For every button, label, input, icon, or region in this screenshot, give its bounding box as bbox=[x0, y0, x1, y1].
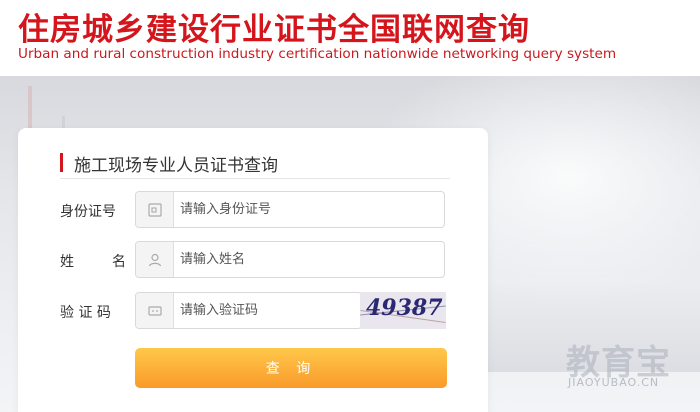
captcha-field[interactable] bbox=[135, 292, 362, 329]
site-title: 住房城乡建设行业证书全国联网查询 bbox=[18, 12, 530, 48]
id-number-field[interactable] bbox=[135, 191, 445, 228]
id-number-input[interactable] bbox=[180, 192, 440, 227]
name-input[interactable] bbox=[180, 242, 440, 277]
user-icon bbox=[136, 242, 174, 277]
name-label: 姓 名 bbox=[60, 254, 138, 270]
captcha-label: 验 证 码 bbox=[60, 305, 111, 321]
header: 住房城乡建设行业证书全国联网查询 Urban and rural constru… bbox=[0, 0, 700, 76]
captcha-text: 49387 bbox=[366, 295, 443, 321]
watermark-url: JIAOYUBAO.CN bbox=[568, 376, 660, 389]
id-card-icon bbox=[136, 192, 174, 227]
captcha-image[interactable]: 49387 bbox=[360, 292, 446, 329]
id-number-label: 身份证号 bbox=[60, 204, 116, 220]
panel-title: 施工现场专业人员证书查询 bbox=[74, 156, 278, 176]
title-accent-bar bbox=[60, 153, 63, 172]
name-field[interactable] bbox=[135, 241, 445, 278]
captcha-input[interactable] bbox=[180, 293, 355, 328]
captcha-icon bbox=[136, 293, 174, 328]
site-subtitle: Urban and rural construction industry ce… bbox=[18, 46, 617, 62]
divider bbox=[60, 178, 450, 179]
query-button[interactable]: 查 询 bbox=[135, 348, 447, 388]
